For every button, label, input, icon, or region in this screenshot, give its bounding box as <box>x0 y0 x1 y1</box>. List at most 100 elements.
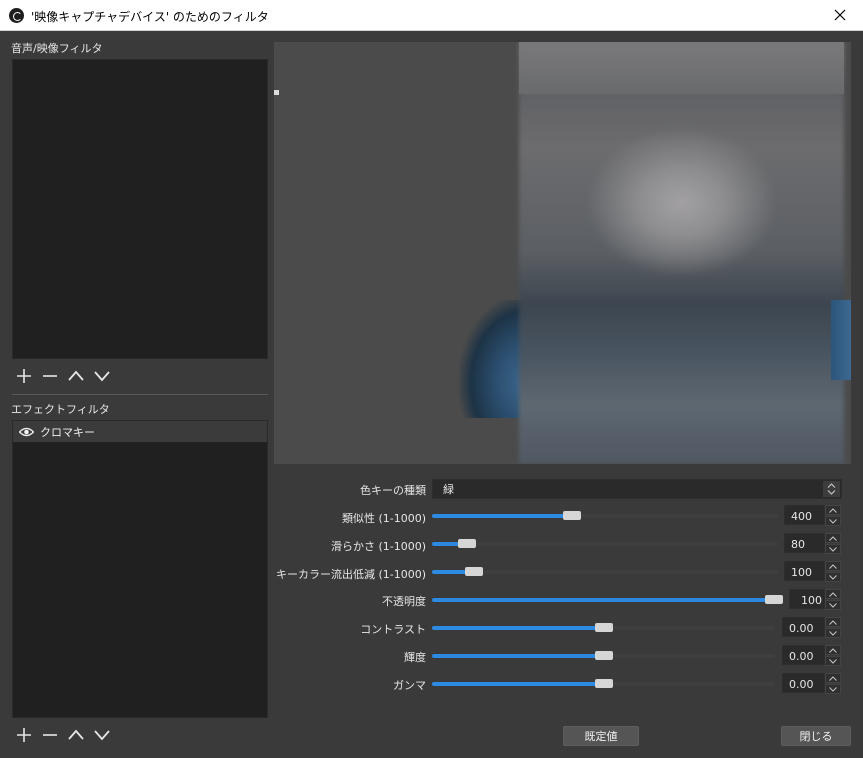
chevron-down-icon <box>829 574 837 580</box>
close-icon <box>834 9 846 21</box>
preview-subject-shoulder-right <box>831 300 851 380</box>
chevron-up-icon <box>829 563 837 569</box>
preview-blurred-region <box>519 42 844 464</box>
chevron-up-icon <box>67 729 84 740</box>
filter-preview <box>274 42 851 464</box>
chevron-up-icon <box>67 370 84 381</box>
move-audio-filter-up-button[interactable] <box>65 366 86 386</box>
contrast-value: 0.00 <box>789 622 814 635</box>
filter-name: クロマキー <box>40 425 95 439</box>
key-color-type-label: 色キーの種類 <box>360 484 426 497</box>
spill-reduction-increment-button[interactable] <box>825 561 841 571</box>
slider-handle[interactable] <box>563 511 581 520</box>
brightness-label: 輝度 <box>404 651 426 664</box>
chevron-up-icon <box>829 535 837 541</box>
smoothness-label: 滑らかさ (1-1000) <box>330 540 426 553</box>
move-audio-filter-down-button[interactable] <box>91 366 112 386</box>
add-effect-filter-button[interactable] <box>13 725 34 745</box>
chevron-down-icon <box>829 658 837 664</box>
chevron-up-icon <box>829 647 837 653</box>
chevron-up-icon <box>829 507 837 513</box>
smoothness-increment-button[interactable] <box>825 533 841 543</box>
gamma-label: ガンマ <box>393 679 426 692</box>
preview-blurred-top <box>519 42 844 94</box>
move-effect-filter-down-button[interactable] <box>91 725 112 745</box>
chevron-down-icon <box>829 630 837 636</box>
similarity-spinbox[interactable]: 400 <box>784 505 841 526</box>
slider-handle[interactable] <box>595 651 613 660</box>
similarity-decrement-button[interactable] <box>825 516 841 526</box>
slider-handle[interactable] <box>595 679 613 688</box>
spill-reduction-value: 100 <box>791 566 812 579</box>
minus-icon <box>42 734 57 736</box>
audio-video-filters-label: 音声/映像フィルタ <box>11 42 103 55</box>
window-title: '映像キャプチャデバイス' のためのフィルタ <box>31 10 269 24</box>
opacity-slider[interactable] <box>432 592 783 608</box>
spill-reduction-slider[interactable] <box>432 564 778 580</box>
brightness-slider[interactable] <box>432 648 775 664</box>
chevron-up-icon <box>829 619 837 625</box>
eye-icon <box>19 427 34 436</box>
spill-reduction-spinbox[interactable]: 100 <box>784 561 841 582</box>
brightness-decrement-button[interactable] <box>825 656 841 666</box>
add-audio-filter-button[interactable] <box>13 366 34 386</box>
gamma-decrement-button[interactable] <box>825 684 841 694</box>
chevron-up-icon <box>829 591 837 597</box>
contrast-decrement-button[interactable] <box>825 628 841 638</box>
updown-arrows-icon <box>823 481 840 497</box>
move-effect-filter-up-button[interactable] <box>65 725 86 745</box>
similarity-slider[interactable] <box>432 508 778 524</box>
gamma-slider[interactable] <box>432 676 775 692</box>
spill-reduction-label: キーカラー流出低減 (1-1000) <box>275 568 426 581</box>
opacity-label: 不透明度 <box>382 595 426 608</box>
preview-corner-marker <box>274 90 279 95</box>
smoothness-decrement-button[interactable] <box>825 544 841 554</box>
slider-handle[interactable] <box>595 623 613 632</box>
similarity-increment-button[interactable] <box>825 505 841 515</box>
panel-divider[interactable] <box>12 394 268 395</box>
contrast-increment-button[interactable] <box>825 617 841 627</box>
opacity-value: 100 <box>801 594 822 607</box>
gamma-increment-button[interactable] <box>825 673 841 683</box>
chevron-down-icon <box>829 602 837 608</box>
chevron-down-icon <box>93 730 110 741</box>
defaults-button[interactable]: 既定値 <box>563 726 639 746</box>
brightness-increment-button[interactable] <box>825 645 841 655</box>
title-bar: '映像キャプチャデバイス' のためのフィルタ <box>0 0 863 31</box>
chevron-down-icon <box>93 371 110 382</box>
chevron-down-icon <box>829 546 837 552</box>
window-close-button[interactable] <box>817 0 863 30</box>
opacity-spinbox[interactable]: 100 <box>789 589 841 610</box>
smoothness-spinbox[interactable]: 80 <box>784 533 841 554</box>
slider-handle[interactable] <box>465 567 483 576</box>
similarity-label: 類似性 (1-1000) <box>341 512 426 525</box>
smoothness-slider[interactable] <box>432 536 778 552</box>
key-color-type-value: 緑 <box>443 483 454 496</box>
key-color-type-select[interactable]: 緑 <box>432 479 842 499</box>
brightness-spinbox[interactable]: 0.00 <box>782 645 841 666</box>
gamma-value: 0.00 <box>789 678 814 691</box>
spill-reduction-decrement-button[interactable] <box>825 572 841 582</box>
audio-video-filter-list[interactable] <box>12 59 268 359</box>
effect-filters-label: エフェクトフィルタ <box>11 403 110 416</box>
opacity-decrement-button[interactable] <box>825 600 841 610</box>
audio-video-filter-toolbar <box>13 366 112 386</box>
plus-icon <box>16 369 31 383</box>
minus-icon <box>42 375 57 377</box>
effect-filter-list[interactable]: クロマキー <box>12 420 268 718</box>
list-item-chroma-key[interactable]: クロマキー <box>13 421 267 442</box>
opacity-increment-button[interactable] <box>825 589 841 599</box>
plus-icon <box>16 728 31 742</box>
remove-audio-filter-button[interactable] <box>39 366 60 386</box>
gamma-spinbox[interactable]: 0.00 <box>782 673 841 694</box>
effect-filter-toolbar <box>13 725 112 745</box>
close-button[interactable]: 閉じる <box>781 726 851 746</box>
remove-effect-filter-button[interactable] <box>39 725 60 745</box>
visibility-toggle[interactable] <box>19 427 34 437</box>
contrast-slider[interactable] <box>432 620 775 636</box>
contrast-label: コントラスト <box>360 623 426 636</box>
obs-logo-icon <box>9 8 24 23</box>
slider-handle[interactable] <box>765 595 783 604</box>
contrast-spinbox[interactable]: 0.00 <box>782 617 841 638</box>
slider-handle[interactable] <box>458 539 476 548</box>
